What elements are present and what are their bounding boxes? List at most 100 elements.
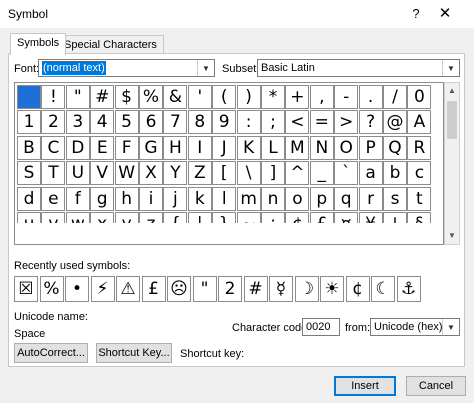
symbol-cell[interactable]: I [187,135,212,160]
scroll-up-icon[interactable]: ▲ [445,83,459,99]
symbol-cell[interactable]: y [114,212,139,223]
symbol-cell[interactable]: ¤ [334,212,359,223]
symbol-cell[interactable]: Z [187,161,212,186]
recent-symbol-cell[interactable]: 2 [218,276,242,302]
tab-special-characters[interactable]: Special Characters [57,35,164,54]
symbol-cell[interactable]: 6 [139,110,163,135]
symbol-cell[interactable]: . [358,85,383,109]
symbol-cell[interactable]: M [285,135,310,160]
symbol-cell[interactable]: 0 [407,85,432,109]
close-button[interactable]: ✕ [432,3,458,25]
autocorrect-button[interactable]: AutoCorrect... [14,343,88,363]
symbol-cell[interactable]: < [285,110,310,135]
symbol-cell[interactable]: K [236,135,261,160]
symbol-cell[interactable]: \ [236,161,261,186]
symbol-cell[interactable]: W [114,161,139,186]
symbol-cell[interactable]: S [17,161,41,186]
symbol-cell[interactable]: G [139,135,163,160]
grid-scrollbar[interactable]: ▲ ▼ [444,82,460,245]
symbol-cell[interactable]: * [261,85,285,109]
symbol-cell[interactable]: ' [187,85,212,109]
help-button[interactable]: ? [405,3,427,25]
recent-symbol-cell[interactable]: ¢ [345,276,370,302]
symbol-cell[interactable]: ¦ [383,212,407,223]
symbol-cell[interactable]: i [139,186,163,211]
symbol-cell[interactable]: ] [261,161,285,186]
symbol-cell[interactable]: c [407,161,432,186]
symbol-cell[interactable]: { [163,212,188,223]
symbol-cell[interactable]: g [90,186,115,211]
symbol-cell[interactable]: 3 [65,110,90,135]
from-select[interactable]: Unicode (hex) ▼ [370,318,460,336]
symbol-cell[interactable]: V [90,161,115,186]
recent-symbol-cell[interactable]: ☽ [294,276,319,302]
symbol-cell[interactable]: e [41,186,66,211]
symbol-cell[interactable]: ^ [285,161,310,186]
symbol-cell[interactable]: ~ [236,212,261,223]
symbol-cell[interactable]: = [309,110,334,135]
recent-symbol-cell[interactable]: ⚠ [116,276,140,302]
symbol-cell[interactable]: E [90,135,115,160]
symbol-cell[interactable]: v [41,212,66,223]
symbol-cell[interactable]: k [187,186,212,211]
symbol-cell[interactable]: 8 [187,110,212,135]
symbol-cell[interactable]: r [358,186,383,211]
font-select[interactable]: (normal text) ▼ [38,59,215,77]
symbol-cell[interactable]: t [407,186,432,211]
symbol-cell[interactable]: + [285,85,310,109]
symbol-cell[interactable]: _ [309,161,334,186]
recent-symbol-cell[interactable]: ☹ [167,276,191,302]
symbol-cell[interactable]: J [212,135,237,160]
scroll-thumb[interactable] [447,101,457,139]
symbol-cell[interactable]: x [90,212,115,223]
cancel-button[interactable]: Cancel [406,376,466,396]
symbol-cell[interactable]: l [212,186,237,211]
symbol-cell[interactable]: ` [334,161,359,186]
symbol-cell[interactable]: 1 [17,110,41,135]
symbol-cell[interactable]: , [309,85,334,109]
symbol-cell[interactable]: F [114,135,139,160]
symbol-cell[interactable]: d [17,186,41,211]
symbol-cell[interactable]: N [309,135,334,160]
symbol-cell[interactable]: ! [41,85,66,109]
symbol-cell[interactable]: 5 [114,110,139,135]
symbol-cell[interactable]: > [334,110,359,135]
symbol-cell[interactable]: $ [114,85,139,109]
symbol-cell[interactable]: P [358,135,383,160]
recent-symbol-cell[interactable]: ☿ [269,276,293,302]
symbol-cell[interactable]: } [212,212,237,223]
tab-symbols[interactable]: Symbols [10,33,67,55]
symbol-cell[interactable]: a [358,161,383,186]
symbol-cell[interactable]: h [114,186,139,211]
symbol-cell[interactable]: n [261,186,285,211]
symbol-cell[interactable]: z [139,212,163,223]
symbol-cell[interactable]: B [17,135,41,160]
symbol-cell[interactable]: O [334,135,359,160]
char-code-input[interactable]: 0020 [302,318,340,336]
symbol-cell[interactable]: ) [236,85,261,109]
symbol-cell[interactable]: w [65,212,90,223]
symbol-cell[interactable]: Y [163,161,188,186]
recent-symbol-cell[interactable]: £ [141,276,166,302]
symbol-cell[interactable]: % [139,85,163,109]
recent-symbol-cell[interactable]: " [192,276,217,302]
symbol-cell[interactable]: § [407,212,432,223]
symbol-cell[interactable]: : [236,110,261,135]
symbol-cell[interactable]: o [285,186,310,211]
symbol-cell[interactable]: s [383,186,407,211]
recent-symbol-cell[interactable]: ⚡ [90,276,115,302]
symbol-cell[interactable]: L [261,135,285,160]
symbol-cell[interactable]: ? [358,110,383,135]
symbol-cell[interactable]: ( [212,85,237,109]
shortcut-key-button[interactable]: Shortcut Key... [96,343,172,363]
symbol-cell[interactable]: p [309,186,334,211]
scroll-down-icon[interactable]: ▼ [445,228,459,244]
symbol-cell[interactable]: A [407,110,432,135]
symbol-cell[interactable]: T [41,161,66,186]
symbol-cell[interactable]: / [383,85,407,109]
symbol-cell[interactable]: X [139,161,163,186]
recent-symbol-cell[interactable]: • [65,276,89,302]
symbol-cell[interactable]: u [17,212,41,223]
symbol-cell[interactable]: @ [383,110,407,135]
symbol-cell[interactable]: # [90,85,115,109]
